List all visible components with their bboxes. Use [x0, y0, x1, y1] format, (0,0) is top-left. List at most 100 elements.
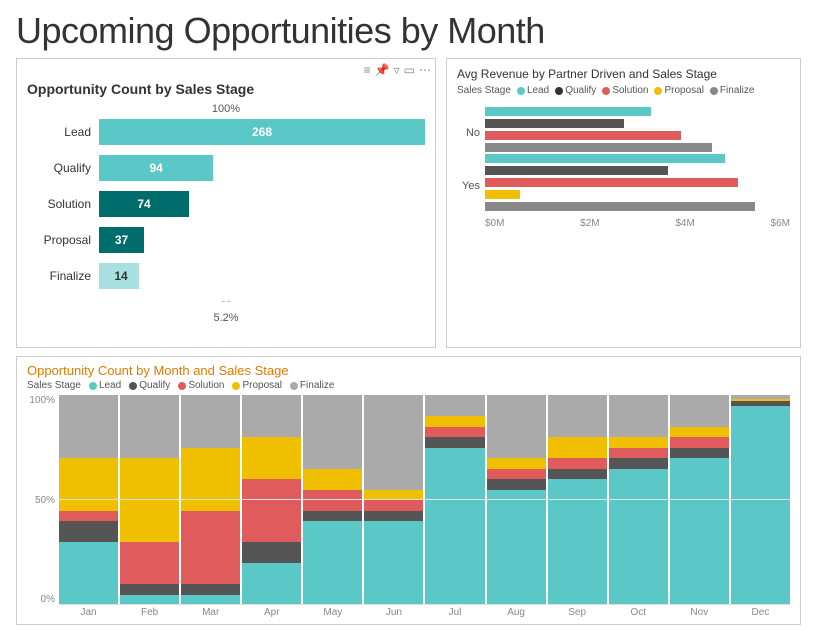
stacked-seg — [120, 584, 179, 595]
stacked-seg — [59, 395, 118, 458]
x-label: Dec — [731, 607, 790, 618]
y-axis-label: 0% — [27, 594, 55, 605]
stacked-seg — [242, 563, 301, 605]
x-label: Mar — [181, 607, 240, 618]
bar-fill: 14 — [99, 263, 139, 289]
left-card: ≡ 📌 ▿ ▭ ⋯ Opportunity Count by Sales Sta… — [16, 58, 436, 348]
bar-chart-container: 100% Lead268Qualify94Solution74Proposal3… — [27, 103, 425, 324]
stacked-seg — [120, 458, 179, 542]
dashboard-page: Upcoming Opportunities by Month ≡ 📌 ▿ ▭ … — [0, 0, 817, 633]
bottom-dot-solution — [178, 382, 186, 390]
stacked-seg — [487, 479, 546, 490]
bottom-legend-label: Sales Stage — [27, 380, 81, 391]
bar-label: Proposal — [27, 233, 99, 247]
stacked-seg — [364, 395, 423, 490]
x-label: Apr — [242, 607, 301, 618]
stacked-col — [181, 395, 240, 605]
h-bar — [485, 131, 681, 140]
filter-icon[interactable]: ▿ — [394, 63, 400, 77]
stacked-seg — [303, 395, 362, 469]
stacked-seg — [425, 448, 484, 606]
stacked-col — [670, 395, 729, 605]
stacked-seg — [425, 395, 484, 416]
bottom-legend-finalize: Finalize — [290, 380, 334, 391]
bar-label: Finalize — [27, 269, 99, 283]
stacked-col — [120, 395, 179, 605]
stacked-seg — [242, 542, 301, 563]
x-label: Aug — [487, 607, 546, 618]
stacked-seg — [303, 521, 362, 605]
stacked-seg — [303, 469, 362, 490]
stacked-seg — [425, 437, 484, 448]
stacked-seg — [59, 542, 118, 605]
bar-label: Solution — [27, 197, 99, 211]
bar-fill: 268 — [99, 119, 425, 145]
stacked-seg — [609, 448, 668, 459]
bottom-dot-lead — [89, 382, 97, 390]
bar-outer: 14 — [99, 263, 425, 289]
stacked-seg — [425, 416, 484, 427]
bottom-text-qualify: Qualify — [139, 380, 170, 391]
stacked-seg — [364, 500, 423, 511]
stacked-seg — [181, 448, 240, 511]
stacked-seg — [670, 437, 729, 448]
stacked-seg — [548, 469, 607, 480]
stacked-seg — [303, 511, 362, 522]
bottom-title: Opportunity Count by Month and Sales Sta… — [27, 363, 790, 378]
y-axis-label: 100% — [27, 395, 55, 406]
h-bar-row — [485, 142, 790, 153]
legend-dot-solution — [602, 87, 610, 95]
x-label: Jan — [59, 607, 118, 618]
gridline — [59, 604, 790, 605]
legend-qualify: Qualify — [555, 85, 596, 96]
legend-finalize: Finalize — [710, 85, 754, 96]
legend-dot-proposal — [654, 87, 662, 95]
h-bar — [485, 107, 651, 116]
stacked-seg — [548, 479, 607, 605]
stacked-seg — [242, 479, 301, 542]
h-bar-row — [485, 201, 790, 212]
more-icon[interactable]: ⋯ — [419, 63, 431, 77]
x-axis-label: $4M — [675, 218, 694, 229]
bottom-text-lead: Lead — [99, 380, 121, 391]
h-bar-row — [485, 106, 790, 117]
stacked-seg — [731, 406, 790, 606]
bottom-legend-solution: Solution — [178, 380, 224, 391]
h-bar — [485, 202, 755, 211]
card-toolbar: ≡ 📌 ▿ ▭ ⋯ — [364, 63, 431, 77]
bottom-legend: Sales Stage Lead Qualify Solution Propos… — [27, 380, 790, 391]
stacked-seg — [487, 469, 546, 480]
avg-rev-title: Avg Revenue by Partner Driven and Sales … — [457, 67, 790, 81]
x-label: Feb — [120, 607, 179, 618]
h-bar — [485, 190, 520, 199]
bar-row: Finalize14 — [27, 261, 425, 291]
pin-icon[interactable]: 📌 — [375, 63, 390, 77]
stacked-seg — [59, 511, 118, 522]
bar-outer: 37 — [99, 227, 425, 253]
bar-row: Proposal37 — [27, 225, 425, 255]
expand-icon[interactable]: ▭ — [404, 63, 415, 77]
stacked-chart-area: 100%50%0%JanFebMarAprMayJunJulAugSepOctN… — [27, 395, 790, 618]
bottom-text-solution: Solution — [188, 380, 224, 391]
h-bar-row — [485, 177, 790, 188]
stacked-seg — [609, 458, 668, 469]
h-bar — [485, 143, 712, 152]
h-group — [485, 106, 790, 153]
h-bar-row — [485, 165, 790, 176]
legend-solution: Solution — [602, 85, 648, 96]
stacked-seg — [425, 427, 484, 438]
x-label: Jul — [425, 607, 484, 618]
legend-text-lead: Lead — [527, 85, 549, 96]
stacked-col — [609, 395, 668, 605]
stacked-seg — [120, 542, 179, 584]
stacked-seg — [609, 469, 668, 606]
drag-icon[interactable]: ≡ — [364, 63, 371, 77]
y-axis-label: 50% — [27, 495, 55, 506]
bottom-dot-proposal — [232, 382, 240, 390]
stacked-seg — [609, 437, 668, 448]
stacked-seg — [120, 395, 179, 458]
stacked-col — [425, 395, 484, 605]
stacked-col — [487, 395, 546, 605]
scroll-indicator: ╶ ╴ — [27, 297, 425, 308]
stacked-seg — [364, 521, 423, 605]
